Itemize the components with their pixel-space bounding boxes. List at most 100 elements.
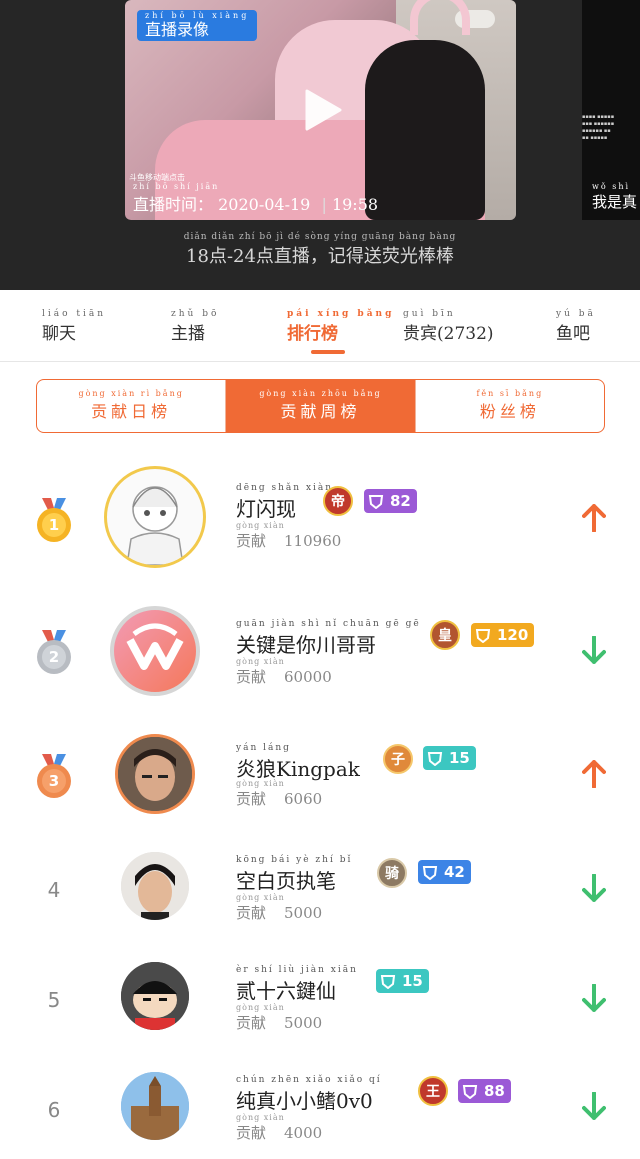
avatar[interactable]	[115, 734, 195, 814]
contribution-value: 5000	[284, 1014, 323, 1032]
fan-level-value: 88	[484, 1082, 505, 1100]
next-video-thumbnail[interactable]: ▪▪▪▪ ▪▪▪▪▪ ▪▪▪ ▪▪▪▪▪▪ ▪▪▪▪▪▪ ▪▪ ▪▪ ▪▪▪▪▪ wǒ…	[582, 0, 640, 220]
active-tab-indicator	[311, 350, 345, 354]
bronze-medal-icon: 3	[36, 754, 72, 800]
contribution-pinyin: gòng xiàn	[236, 893, 285, 902]
segment-weekly[interactable]: gòng xiàn zhōu bǎng 贡献周榜	[225, 380, 415, 432]
video-description-pinyin: diǎn diǎn zhí bō jì dé sòng yíng guāng b…	[183, 232, 457, 242]
thumbnail-caption-pinyin: wǒ shì	[592, 182, 631, 191]
contribution-pinyin: gòng xiàn	[236, 521, 285, 530]
rank-number: 2	[48, 648, 60, 666]
avatar[interactable]	[110, 606, 200, 696]
contribution: gòng xiàn 贡献 110960	[236, 522, 341, 551]
fan-badge-icon	[368, 495, 384, 509]
contribution-value: 5000	[284, 904, 323, 922]
ranking-row[interactable]: 2 guān jiàn shì nǐ chuān gē gē 关键是你川哥哥 皇…	[0, 582, 640, 696]
contribution-label: 贡献	[236, 668, 267, 686]
noble-badge-icon: 骑	[377, 858, 407, 888]
tab-ranking[interactable]: pái xíng bǎng 排行榜	[287, 310, 394, 345]
username-pinyin: èr shí liù jiàn xiān	[236, 965, 358, 975]
fan-level-badge: 82	[364, 489, 417, 513]
username-text: 纯真小小鳍0v0	[236, 1089, 373, 1113]
segment-daily-pinyin: gòng xiàn rì bǎng	[78, 388, 184, 398]
fan-level-badge: 120	[471, 623, 535, 647]
rank-number: 4	[47, 878, 61, 902]
broadcast-time: zhí bō shí jiān 直播时间： 2020-04-19 | 19:58	[133, 182, 379, 214]
ranking-row[interactable]: 5 èr shí liù jiàn xiān 贰十六鍵仙 15 gòng xià…	[0, 952, 640, 1064]
tab-vip-label: 贵宾(2732)	[403, 324, 494, 344]
tab-streamer[interactable]: zhǔ bō 主播	[171, 310, 219, 345]
username: chún zhēn xiǎo xiǎo qí 纯真小小鳍0v0	[236, 1076, 382, 1114]
segment-weekly-label: 贡献周榜	[280, 402, 361, 422]
video-description: diǎn diǎn zhí bō jì dé sòng yíng guāng b…	[0, 232, 640, 268]
broadcast-time-label: 直播时间：	[133, 195, 214, 214]
fan-badge-icon	[380, 975, 396, 989]
broadcast-time-pinyin: zhí bō shí jiān	[133, 182, 220, 191]
avatar[interactable]	[104, 466, 206, 568]
tab-vip[interactable]: guì bīn 贵宾(2732)	[403, 310, 494, 345]
trend-down-icon	[582, 1092, 606, 1120]
fan-level-value: 42	[444, 863, 465, 881]
segment-weekly-pinyin: gòng xiàn zhōu bǎng	[259, 388, 382, 398]
fan-level-badge: 15	[423, 746, 476, 770]
tab-fish-bar-label: 鱼吧	[556, 324, 590, 344]
contribution-value: 6060	[284, 790, 323, 808]
segment-daily-label: 贡献日榜	[91, 402, 172, 422]
trend-down-icon	[582, 874, 606, 902]
avatar[interactable]	[121, 852, 189, 920]
tab-fish-bar-pinyin: yú bā	[556, 309, 596, 319]
segment-fans-label: 粉丝榜	[479, 402, 540, 422]
username: kōng bái yè zhí bǐ 空白页执笔	[236, 856, 352, 894]
segment-fans[interactable]: fěn sī bǎng 粉丝榜	[414, 380, 604, 432]
username-pinyin: kōng bái yè zhí bǐ	[236, 855, 353, 865]
trend-down-icon	[582, 636, 606, 664]
username: guān jiàn shì nǐ chuān gē gē 关键是你川哥哥	[236, 620, 421, 658]
ranking-row[interactable]: 1 dēng shǎn xiàn 灯闪现 帝 82 gòng xiàn 贡献 11…	[0, 462, 640, 574]
contribution: gòng xiàn 贡献 4000	[236, 1114, 322, 1143]
fan-level-value: 15	[449, 749, 470, 767]
fan-level-badge: 42	[418, 860, 471, 884]
ranking-row[interactable]: 3 yán láng 炎狼Kingpak 子 15 gòng xiàn 贡献 60…	[0, 724, 640, 836]
username: èr shí liù jiàn xiān 贰十六鍵仙	[236, 966, 358, 1004]
username: yán láng 炎狼Kingpak	[236, 744, 360, 782]
video-headband	[410, 0, 470, 35]
contribution: gòng xiàn 贡献 6060	[236, 780, 322, 809]
rank-number: 6	[47, 1098, 61, 1122]
username-pinyin: guān jiàn shì nǐ chuān gē gē	[236, 619, 421, 629]
username-text: 炎狼Kingpak	[236, 757, 360, 781]
replay-tag-label: 直播录像	[145, 20, 210, 39]
tab-ranking-label: 排行榜	[287, 324, 338, 344]
username-pinyin: yán láng	[236, 743, 291, 753]
contribution-label: 贡献	[236, 532, 267, 550]
username: dēng shǎn xiàn 灯闪现	[236, 484, 333, 522]
segment-daily[interactable]: gòng xiàn rì bǎng 贡献日榜	[37, 380, 225, 432]
gold-medal-icon: 1	[36, 498, 72, 544]
contribution-label: 贡献	[236, 904, 267, 922]
ranking-row[interactable]: 6 chún zhēn xiǎo xiǎo qí 纯真小小鳍0v0 王 88 g…	[0, 1064, 640, 1159]
rank-number: 3	[48, 772, 60, 790]
contribution-label: 贡献	[236, 1124, 267, 1142]
username-text: 贰十六鍵仙	[236, 979, 336, 1003]
ranking-row[interactable]: 4 kōng bái yè zhí bǐ 空白页执笔 骑 42 gòng xià…	[0, 838, 640, 950]
tab-streamer-label: 主播	[171, 324, 205, 344]
avatar[interactable]	[121, 962, 189, 1030]
contribution-pinyin: gòng xiàn	[236, 1003, 285, 1012]
username-text: 空白页执笔	[236, 869, 336, 893]
username-text: 灯闪现	[236, 497, 296, 521]
contribution-pinyin: gòng xiàn	[236, 1113, 285, 1122]
contribution-label: 贡献	[236, 790, 267, 808]
contribution-pinyin: gòng xiàn	[236, 779, 285, 788]
replay-tag-pinyin: zhí bō lù xiàng	[145, 11, 250, 20]
broadcast-clock: 19:58	[331, 195, 379, 214]
contribution-value: 110960	[284, 532, 342, 550]
video-replay-player[interactable]: zhí bō lù xiàng 直播录像 斗鱼移动端点击 zhí bō shí …	[125, 0, 516, 220]
contribution: gòng xiàn 贡献 60000	[236, 658, 332, 687]
tab-chat[interactable]: liáo tiān 聊天	[42, 309, 107, 345]
noble-badge-text: 皇	[438, 628, 452, 644]
play-icon[interactable]	[303, 88, 343, 132]
contribution: gòng xiàn 贡献 5000	[236, 894, 322, 923]
avatar[interactable]	[121, 1072, 189, 1140]
fan-level-value: 15	[402, 972, 423, 990]
tab-fish-bar[interactable]: yú bā 鱼吧	[556, 309, 596, 345]
tab-chat-pinyin: liáo tiān	[42, 309, 107, 319]
